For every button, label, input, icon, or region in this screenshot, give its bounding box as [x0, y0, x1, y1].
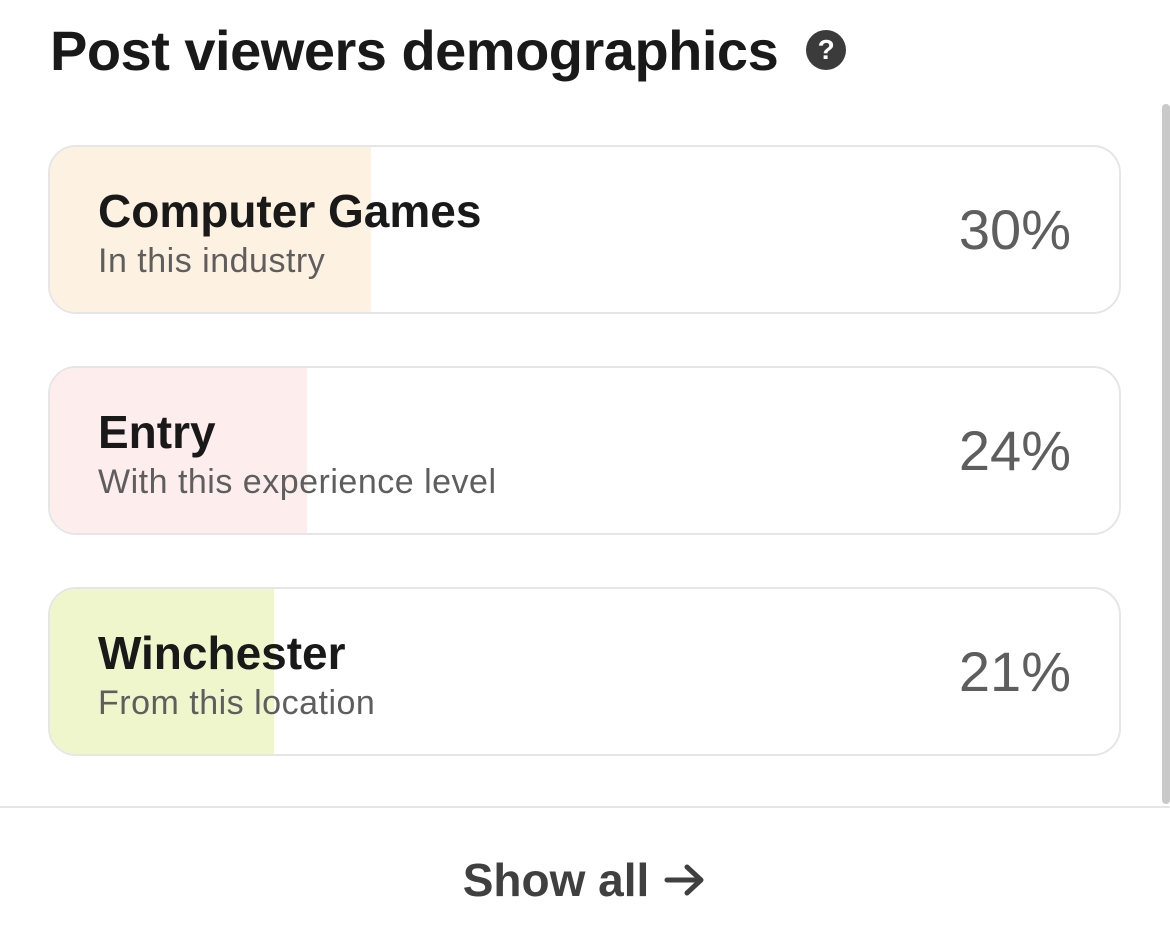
- percentage-value: 21%: [958, 640, 1071, 703]
- demographics-panel: Post viewers demographics ? Computer Gam…: [0, 0, 1170, 941]
- card-title: Winchester: [98, 627, 346, 679]
- card-subtitle: From this location: [98, 684, 376, 722]
- demographic-card-location[interactable]: Winchester From this location 21%: [48, 587, 1121, 756]
- scrollbar[interactable]: [1162, 104, 1170, 804]
- demographic-card-experience[interactable]: Entry With this experience level 24%: [48, 366, 1121, 535]
- card-subtitle: In this industry: [98, 242, 326, 280]
- card-text: Winchester From this location: [98, 625, 375, 725]
- card-text: Computer Games In this industry: [98, 183, 481, 283]
- page-title: Post viewers demographics: [50, 18, 779, 82]
- card-title: Entry: [98, 406, 216, 458]
- divider: [0, 806, 1170, 808]
- card-title: Computer Games: [98, 185, 482, 237]
- show-all-label: Show all: [462, 854, 650, 906]
- demographics-list: Computer Games In this industry 30% Entr…: [48, 145, 1121, 808]
- help-icon[interactable]: ?: [806, 30, 847, 70]
- demographic-card-industry[interactable]: Computer Games In this industry 30%: [48, 145, 1121, 314]
- arrow-right-icon: [664, 864, 704, 896]
- panel-header: Post viewers demographics ?: [50, 14, 847, 86]
- card-subtitle: With this experience level: [98, 463, 497, 501]
- card-text: Entry With this experience level: [98, 404, 497, 504]
- percentage-value: 30%: [958, 198, 1071, 261]
- percentage-value: 24%: [958, 419, 1071, 482]
- show-all-button[interactable]: Show all: [0, 845, 1170, 915]
